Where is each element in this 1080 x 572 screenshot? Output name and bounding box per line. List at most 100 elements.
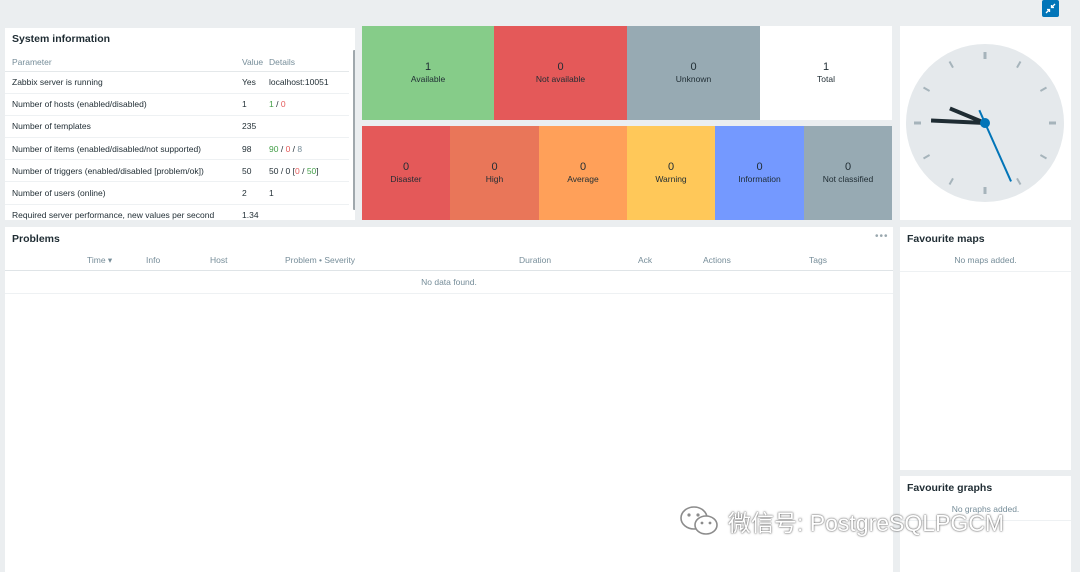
- watermark: 微信号: PostgreSQLPGCM: [678, 503, 1004, 539]
- tile-available[interactable]: 1 Available: [362, 26, 494, 120]
- tile-label: Unknown: [675, 74, 712, 84]
- parameter-cell: Zabbix server is running: [5, 71, 238, 94]
- host-availability-widget: 1 Available 0 Not available 0 Unknown 1 …: [362, 26, 892, 120]
- separator: /: [299, 165, 307, 176]
- tile-label: Available: [410, 74, 446, 84]
- bracket: ]: [316, 165, 319, 176]
- parameter-cell: Number of users (online): [5, 181, 238, 205]
- tile-label: Not available: [535, 74, 586, 84]
- watermark-text: 微信号: PostgreSQLPGCM: [728, 510, 1005, 536]
- tile-label: High: [485, 174, 504, 184]
- system-information-widget: System information Parameter Value Detai…: [5, 28, 355, 220]
- disabled-count: 0: [280, 99, 286, 110]
- widget-title: Favourite graphs: [907, 482, 993, 494]
- tile-high[interactable]: 0 High: [450, 126, 539, 220]
- table-header-row: Parameter Value Details: [5, 53, 349, 72]
- table-row: Number of hosts (enabled/disabled) 1 1 /…: [5, 93, 349, 116]
- table-row: Required server performance, new values …: [5, 204, 349, 220]
- column-header: Value: [238, 53, 269, 72]
- details-cell: 90 / 0 / 8: [269, 137, 349, 161]
- table-row: Number of users (online) 2 1: [5, 181, 349, 205]
- tile-total[interactable]: 1 Total: [760, 26, 892, 120]
- tile-count: 1: [424, 61, 432, 73]
- details-cell: [269, 115, 349, 139]
- column-header-problem-severity: Problem • Severity: [285, 255, 356, 265]
- favourite-maps-widget: Favourite maps No maps added.: [900, 227, 1071, 470]
- scrollbar[interactable]: [353, 50, 355, 210]
- tile-unknown[interactable]: 0 Unknown: [627, 26, 760, 120]
- column-header-ack: Ack: [638, 255, 653, 265]
- widget-title: Problems: [12, 233, 60, 245]
- value-cell: Yes: [238, 71, 269, 94]
- tile-count: 0: [557, 61, 564, 73]
- tile-warning[interactable]: 0 Warning: [627, 126, 715, 220]
- wechat-icon: [680, 506, 718, 535]
- tile-disaster[interactable]: 0 Disaster: [362, 126, 450, 220]
- more-dots-icon[interactable]: •••: [875, 231, 889, 242]
- column-header: Details: [269, 53, 349, 72]
- analog-clock: [906, 44, 1064, 202]
- column-header-actions: Actions: [703, 255, 731, 265]
- tile-count: 0: [491, 161, 498, 173]
- separator: /: [278, 143, 286, 154]
- value-cell: 1: [238, 93, 269, 116]
- details-cell: [269, 204, 349, 220]
- enabled-disabled-count: 50 / 0 [: [269, 165, 295, 176]
- details-cell: 1 / 0: [269, 93, 349, 116]
- widget-title: System information: [12, 33, 111, 45]
- details-cell: 50 / 0 [0 / 50]: [269, 159, 349, 183]
- column-header-info: Info: [146, 255, 161, 265]
- system-information-table: Parameter Value Details Zabbix server is…: [5, 53, 349, 220]
- tile-label: Disaster: [390, 174, 422, 184]
- tile-average[interactable]: 0 Average: [539, 126, 627, 220]
- tile-label: Total: [817, 74, 835, 84]
- tile-count: 0: [402, 161, 410, 173]
- clock-widget: [900, 26, 1071, 220]
- separator: /: [273, 99, 281, 110]
- tile-label: Warning: [655, 174, 687, 184]
- no-data-message: No data found.: [421, 277, 477, 287]
- column-header: Parameter: [5, 53, 238, 72]
- value-cell: 1.34: [238, 204, 269, 220]
- table-row: Number of templates 235: [5, 115, 349, 139]
- parameter-cell: Required server performance, new values …: [5, 204, 238, 220]
- parameter-cell: Number of templates: [5, 115, 238, 139]
- tile-count: 0: [579, 161, 587, 173]
- value-cell: 235: [238, 115, 269, 139]
- table-row: Number of triggers (enabled/disabled [pr…: [5, 159, 349, 183]
- tile-count: 0: [844, 161, 852, 173]
- details-cell: 1: [269, 181, 349, 205]
- value-cell: 2: [238, 181, 269, 205]
- column-header-host: Host: [210, 255, 228, 265]
- tile-not-classified[interactable]: 0 Not classified: [804, 126, 892, 220]
- column-header-time[interactable]: Time ▾: [87, 255, 112, 266]
- divider: [900, 271, 1071, 272]
- tile-not-available[interactable]: 0 Not available: [494, 26, 627, 120]
- details-cell: localhost:10051: [269, 71, 349, 94]
- minute-hand: [930, 118, 986, 125]
- table-row: Zabbix server is running Yes localhost:1…: [5, 71, 349, 94]
- collapse-kiosk-button[interactable]: [1042, 0, 1059, 17]
- tile-information[interactable]: 0 Information: [715, 126, 804, 220]
- tile-count: 0: [667, 161, 675, 173]
- column-header-duration: Duration: [519, 255, 552, 265]
- parameter-cell: Number of items (enabled/disabled/not su…: [5, 137, 238, 161]
- tile-count: 1: [822, 61, 830, 73]
- tile-count: 0: [690, 61, 697, 73]
- ok-count: 50: [306, 165, 317, 176]
- tile-count: 0: [756, 161, 763, 173]
- no-maps-message: No maps added.: [954, 255, 1017, 265]
- tile-label: Information: [738, 174, 781, 184]
- value-cell: 98: [238, 137, 269, 161]
- divider: [5, 293, 893, 294]
- column-header-tags: Tags: [809, 255, 827, 265]
- clock-center: [980, 118, 990, 128]
- collapse-kiosk-icon: [1045, 3, 1056, 14]
- problems-by-severity-widget: 0 Disaster 0 High 0 Average 0 Warning 0 …: [362, 126, 892, 220]
- value-cell: 50: [238, 159, 269, 183]
- divider: [5, 270, 893, 271]
- table-row: Number of items (enabled/disabled/not su…: [5, 137, 349, 161]
- tile-label: Not classified: [822, 174, 874, 184]
- parameter-cell: Number of hosts (enabled/disabled): [5, 93, 238, 116]
- widget-title: Favourite maps: [907, 233, 985, 245]
